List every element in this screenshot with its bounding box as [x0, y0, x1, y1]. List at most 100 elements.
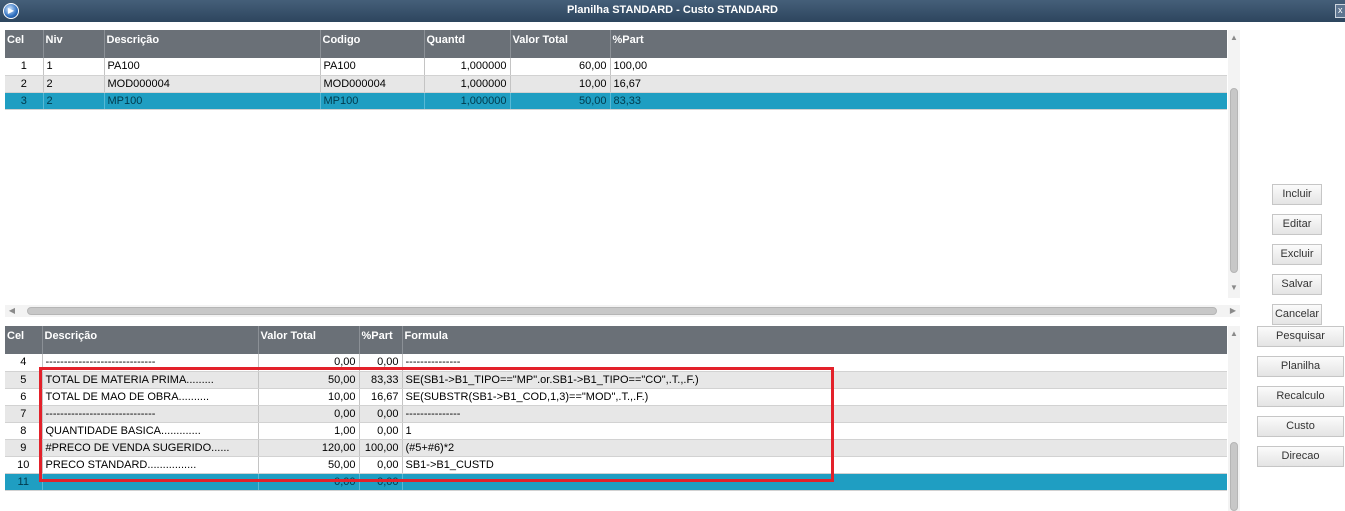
- cell-cel: 5: [5, 371, 43, 389]
- cell-formula: ---------------: [402, 354, 1227, 372]
- cell-quantd: 1,000000: [424, 92, 511, 110]
- table-row[interactable]: 8 QUANTIDADE BASICA............. 1,00 0,…: [5, 422, 1227, 440]
- cell-descricao: PRECO STANDARD................: [42, 456, 259, 474]
- pesquisar-button[interactable]: Pesquisar: [1257, 326, 1344, 347]
- cell-part: 16,67: [610, 75, 1227, 93]
- scroll-thumb[interactable]: [27, 307, 1217, 315]
- scroll-up-icon[interactable]: ▲: [1230, 330, 1238, 338]
- cell-formula: SB1->B1_CUSTD: [402, 456, 1227, 474]
- cell-formula: (#5+#6)*2: [402, 439, 1227, 457]
- incluir-button[interactable]: Incluir: [1272, 184, 1322, 205]
- scroll-down-icon[interactable]: ▼: [1230, 284, 1238, 292]
- cell-part: 100,00: [610, 58, 1227, 76]
- scroll-up-icon[interactable]: ▲: [1230, 34, 1238, 42]
- editar-button[interactable]: Editar: [1272, 214, 1322, 235]
- column-header-codigo[interactable]: Codigo: [320, 30, 425, 58]
- planilha-button[interactable]: Planilha: [1257, 356, 1344, 377]
- table-row[interactable]: 10 PRECO STANDARD................ 50,00 …: [5, 456, 1227, 474]
- cell-descricao: ------------------------------: [42, 405, 259, 423]
- cell-niv: 2: [43, 75, 105, 93]
- scroll-thumb[interactable]: [1230, 442, 1238, 511]
- column-header-quantd[interactable]: Quantd: [424, 30, 511, 58]
- cell-part: 83,33: [610, 92, 1227, 110]
- table-row-selected[interactable]: 11 0,00 0,00: [5, 473, 1227, 491]
- direcao-button[interactable]: Direcao: [1257, 446, 1344, 467]
- cell-niv: 1: [43, 58, 105, 76]
- column-header-part[interactable]: %Part: [610, 30, 1227, 58]
- column-header-descricao[interactable]: Descrição: [104, 30, 321, 58]
- column-header-part[interactable]: %Part: [359, 326, 403, 354]
- top-vertical-scrollbar[interactable]: ▲ ▼: [1228, 30, 1240, 298]
- cell-valor-total: 50,00: [510, 92, 611, 110]
- cell-codigo: MOD000004: [320, 75, 425, 93]
- cell-valor-total: 120,00: [258, 439, 360, 457]
- close-button[interactable]: x: [1335, 4, 1345, 18]
- column-header-valor-total[interactable]: Valor Total: [258, 326, 360, 354]
- cell-part: 0,00: [359, 456, 403, 474]
- cell-formula: [402, 473, 1227, 491]
- cancelar-button[interactable]: Cancelar: [1272, 304, 1322, 325]
- cell-descricao: TOTAL DE MAO DE OBRA..........: [42, 388, 259, 406]
- cell-part: 16,67: [359, 388, 403, 406]
- cell-part: 0,00: [359, 422, 403, 440]
- window-title: Planilha STANDARD - Custo STANDARD: [566, 4, 779, 16]
- column-header-cel[interactable]: Cel: [5, 30, 44, 58]
- table-row[interactable]: 5 TOTAL DE MATERIA PRIMA......... 50,00 …: [5, 371, 1227, 389]
- cell-cel: 6: [5, 388, 43, 406]
- cell-part: 0,00: [359, 354, 403, 372]
- cell-niv: 2: [43, 92, 105, 110]
- bottom-vertical-scrollbar[interactable]: ▲: [1228, 326, 1240, 511]
- excluir-button[interactable]: Excluir: [1272, 244, 1322, 265]
- cell-part: 100,00: [359, 439, 403, 457]
- cell-formula: ---------------: [402, 405, 1227, 423]
- structure-header-row: Cel Niv Descrição Codigo Quantd Valor To…: [5, 30, 1227, 58]
- scroll-right-icon[interactable]: ▶: [1228, 306, 1238, 316]
- cell-valor-total: 0,00: [258, 405, 360, 423]
- column-header-formula[interactable]: Formula: [402, 326, 1227, 354]
- cell-valor-total: 10,00: [258, 388, 360, 406]
- recalculo-button[interactable]: Recalculo: [1257, 386, 1344, 407]
- cell-valor-total: 50,00: [258, 371, 360, 389]
- cell-part: 0,00: [359, 405, 403, 423]
- structure-grid: Cel Niv Descrição Codigo Quantd Valor To…: [5, 30, 1227, 298]
- title-bar: ▶ Planilha STANDARD - Custo STANDARD x: [0, 0, 1345, 22]
- table-row[interactable]: 6 TOTAL DE MAO DE OBRA.......... 10,00 1…: [5, 388, 1227, 406]
- cell-descricao: PA100: [104, 58, 321, 76]
- cell-formula: SE(SUBSTR(SB1->B1_COD,1,3)=="MOD",.T.,.F…: [402, 388, 1227, 406]
- cell-valor-total: 1,00: [258, 422, 360, 440]
- column-header-descricao[interactable]: Descrição: [42, 326, 259, 354]
- cell-descricao: TOTAL DE MATERIA PRIMA.........: [42, 371, 259, 389]
- cell-descricao: MOD000004: [104, 75, 321, 93]
- cell-descricao: QUANTIDADE BASICA.............: [42, 422, 259, 440]
- table-row[interactable]: 7 ------------------------------ 0,00 0,…: [5, 405, 1227, 423]
- cell-formula: 1: [402, 422, 1227, 440]
- cell-cel: 2: [5, 75, 44, 93]
- horizontal-scrollbar[interactable]: ◀ ▶: [5, 305, 1240, 317]
- cell-descricao: [42, 473, 259, 491]
- table-row[interactable]: 1 1 PA100 PA100 1,000000 60,00 100,00: [5, 58, 1227, 76]
- custo-button[interactable]: Custo: [1257, 416, 1344, 437]
- table-row[interactable]: 4 ------------------------------ 0,00 0,…: [5, 354, 1227, 372]
- cell-codigo: MP100: [320, 92, 425, 110]
- cell-valor-total: 0,00: [258, 473, 360, 491]
- cell-descricao: ------------------------------: [42, 354, 259, 372]
- cell-part: 0,00: [359, 473, 403, 491]
- scroll-thumb[interactable]: [1230, 88, 1238, 273]
- cell-cel: 4: [5, 354, 43, 372]
- table-row[interactable]: 9 #PRECO DE VENDA SUGERIDO...... 120,00 …: [5, 439, 1227, 457]
- structure-table: Cel Niv Descrição Codigo Quantd Valor To…: [5, 30, 1227, 110]
- cell-descricao: #PRECO DE VENDA SUGERIDO......: [42, 439, 259, 457]
- salvar-button[interactable]: Salvar: [1272, 274, 1322, 295]
- table-row[interactable]: 2 2 MOD000004 MOD000004 1,000000 10,00 1…: [5, 75, 1227, 93]
- cell-cel: 8: [5, 422, 43, 440]
- column-header-cel[interactable]: Cel: [5, 326, 43, 354]
- cell-valor-total: 10,00: [510, 75, 611, 93]
- cell-cel: 3: [5, 92, 44, 110]
- column-header-valor-total[interactable]: Valor Total: [510, 30, 611, 58]
- scroll-left-icon[interactable]: ◀: [7, 306, 17, 316]
- cell-valor-total: 50,00: [258, 456, 360, 474]
- column-header-niv[interactable]: Niv: [43, 30, 105, 58]
- cell-quantd: 1,000000: [424, 75, 511, 93]
- app-window: ▶ Planilha STANDARD - Custo STANDARD x C…: [0, 0, 1345, 511]
- table-row-selected[interactable]: 3 2 MP100 MP100 1,000000 50,00 83,33: [5, 92, 1227, 110]
